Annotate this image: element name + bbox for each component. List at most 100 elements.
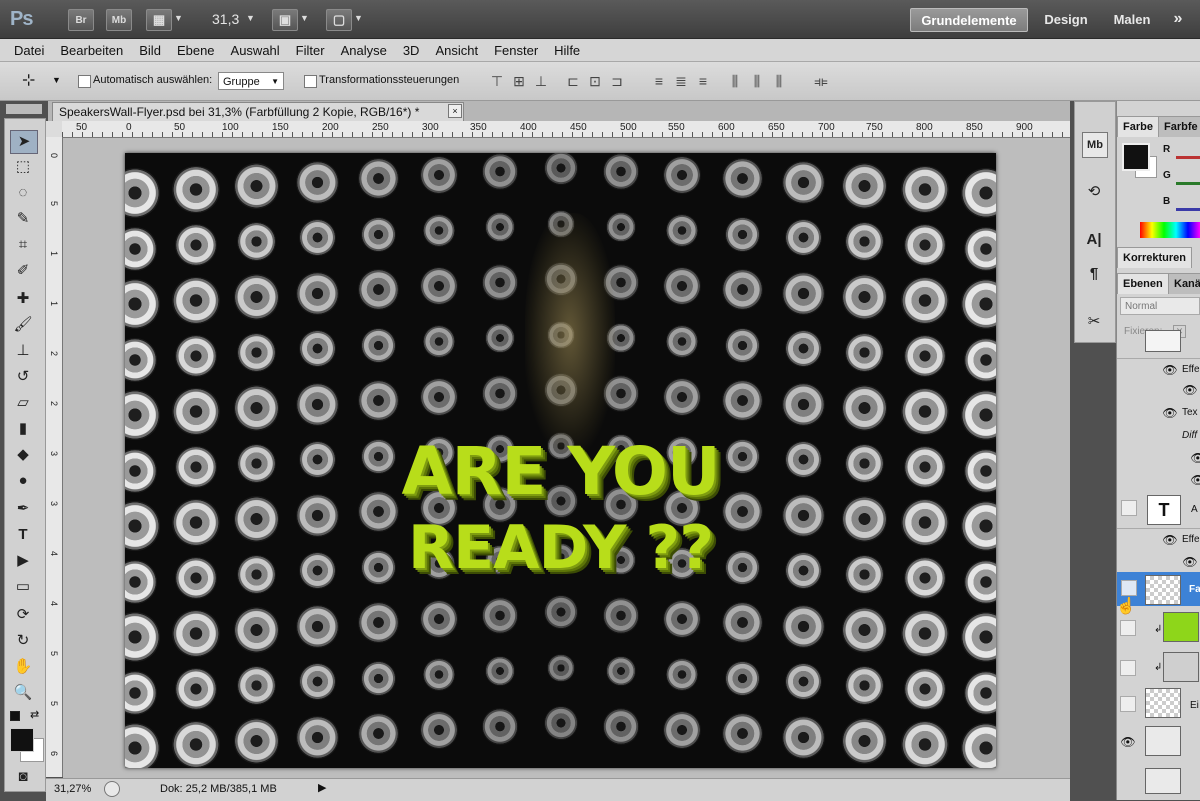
history-brush-icon[interactable]: ↺ bbox=[10, 366, 36, 388]
document-tab[interactable]: SpeakersWall-Flyer.psd bei 31,3% (Farbfü… bbox=[52, 102, 464, 121]
auto-select-checkbox[interactable] bbox=[78, 75, 91, 88]
auto-select-dropdown[interactable]: Gruppe ▼ bbox=[218, 72, 284, 90]
distribute-bottom-icon[interactable]: ≡ bbox=[694, 72, 712, 90]
menu-3d[interactable]: 3D bbox=[395, 43, 428, 58]
align-vcenter-icon[interactable]: ⊞ bbox=[510, 72, 528, 90]
stamp-icon[interactable]: ⊥ bbox=[10, 340, 36, 362]
gradient-icon[interactable]: ▮ bbox=[10, 418, 36, 440]
visibility-toggle[interactable] bbox=[1120, 660, 1136, 676]
chevron-down-icon[interactable]: ▼ bbox=[246, 13, 255, 23]
distribute-hcenter-icon[interactable]: ⫼ bbox=[748, 72, 766, 90]
tab-korrekturen[interactable]: Korrekturen bbox=[1117, 247, 1192, 268]
hand-icon[interactable]: ✋ bbox=[10, 656, 36, 678]
blend-mode-select[interactable]: Normal bbox=[1120, 297, 1200, 315]
mini-bridge-button[interactable]: Mb bbox=[106, 9, 132, 31]
menu-ebene[interactable]: Ebene bbox=[169, 43, 223, 58]
eye-icon[interactable]: 👁 bbox=[1162, 532, 1178, 548]
crop-icon[interactable]: ⌗ bbox=[10, 234, 36, 256]
default-colors-icon[interactable] bbox=[10, 711, 20, 721]
distribute-right-icon[interactable]: ⫼ bbox=[770, 72, 788, 90]
visibility-toggle[interactable] bbox=[1121, 580, 1137, 596]
status-info-icon[interactable] bbox=[104, 781, 120, 797]
eyedropper-icon[interactable]: ✐ bbox=[10, 260, 36, 282]
blur-icon[interactable]: ◆ bbox=[10, 444, 36, 466]
eye-icon[interactable]: 👁 bbox=[1182, 554, 1198, 570]
menu-auswahl[interactable]: Auswahl bbox=[223, 43, 288, 58]
align-hcenter-icon[interactable]: ⊡ bbox=[586, 72, 604, 90]
tab-farbe[interactable]: Farbe bbox=[1117, 116, 1159, 137]
marquee-icon[interactable]: ⬚ bbox=[10, 156, 36, 178]
auto-align-icon[interactable]: ⟚ bbox=[812, 72, 830, 90]
history-panel-icon[interactable]: ⟲ bbox=[1082, 180, 1106, 204]
view-extras-icon[interactable]: ▦ bbox=[146, 9, 172, 31]
workspace-malen-button[interactable]: Malen bbox=[1106, 8, 1158, 30]
align-top-icon[interactable]: ⊤ bbox=[488, 72, 506, 90]
eye-icon[interactable]: 👁 bbox=[1182, 382, 1198, 398]
visibility-toggle[interactable] bbox=[1121, 500, 1137, 516]
status-zoom-field[interactable]: 31,27% bbox=[54, 783, 91, 795]
foreground-color-well[interactable] bbox=[1122, 143, 1150, 171]
move-tool-preset-icon[interactable]: ⊹ bbox=[22, 70, 35, 90]
transform-controls-checkbox[interactable] bbox=[304, 75, 317, 88]
bridge-button[interactable]: Br bbox=[68, 9, 94, 31]
eraser-icon[interactable]: ▱ bbox=[10, 392, 36, 414]
chevron-down-icon[interactable]: ▼ bbox=[300, 13, 309, 23]
layer-thumbnail[interactable] bbox=[1145, 768, 1181, 794]
green-slider[interactable] bbox=[1176, 182, 1200, 185]
menu-hilfe[interactable]: Hilfe bbox=[546, 43, 588, 58]
chevron-down-icon[interactable]: ▼ bbox=[354, 13, 363, 23]
dodge-icon[interactable]: ● bbox=[10, 470, 36, 492]
workspace-design-button[interactable]: Design bbox=[1036, 8, 1096, 30]
path-select-icon[interactable]: ▶ bbox=[10, 550, 36, 572]
arrange-documents-icon[interactable]: ▣ bbox=[272, 9, 298, 31]
foreground-color-swatch[interactable] bbox=[10, 728, 34, 752]
eye-icon[interactable]: 👁 bbox=[1162, 405, 1178, 421]
tab-kanaele[interactable]: Kanä bbox=[1168, 273, 1200, 294]
paragraph-panel-icon[interactable]: ¶ bbox=[1082, 262, 1106, 286]
eye-icon[interactable]: 👁 bbox=[1190, 472, 1200, 488]
tab-ebenen[interactable]: Ebenen bbox=[1117, 273, 1169, 294]
lasso-icon[interactable]: ◌ bbox=[10, 182, 36, 204]
healing-icon[interactable]: ✚ bbox=[10, 288, 36, 310]
color-spectrum-bar[interactable] bbox=[1140, 222, 1200, 238]
eye-icon[interactable]: 👁 bbox=[1120, 734, 1136, 750]
quick-select-icon[interactable]: ✎ bbox=[10, 208, 36, 230]
visibility-toggle[interactable] bbox=[1120, 620, 1136, 636]
brush-icon[interactable]: 🖌 bbox=[10, 314, 36, 336]
layer-row[interactable] bbox=[1117, 330, 1200, 359]
visibility-toggle[interactable] bbox=[1120, 696, 1136, 712]
red-slider[interactable] bbox=[1176, 156, 1200, 159]
zoom-icon[interactable]: 🔍 bbox=[10, 682, 36, 704]
workspace-grundelemente-button[interactable]: Grundelemente bbox=[910, 8, 1028, 32]
chevron-down-icon[interactable]: ▼ bbox=[174, 13, 183, 23]
layer-row-type[interactable]: T A bbox=[1117, 492, 1200, 529]
horizontal-ruler[interactable]: 50 0 50 100 150 200 250 300 350 400 450 … bbox=[62, 121, 1070, 138]
pen-icon[interactable]: ✒ bbox=[10, 498, 36, 520]
type-icon[interactable]: T bbox=[10, 524, 36, 546]
align-right-icon[interactable]: ⊐ bbox=[608, 72, 626, 90]
quick-mask-icon[interactable]: ◙ bbox=[10, 766, 36, 788]
menu-ansicht[interactable]: Ansicht bbox=[427, 43, 486, 58]
mini-bridge-panel-icon[interactable]: Mb bbox=[1082, 132, 1108, 158]
menu-fenster[interactable]: Fenster bbox=[486, 43, 546, 58]
blue-slider[interactable] bbox=[1176, 208, 1200, 211]
tool-presets-icon[interactable]: ✂ bbox=[1082, 310, 1106, 334]
tab-farbfelder[interactable]: Farbfe bbox=[1158, 116, 1200, 137]
close-icon[interactable]: × bbox=[448, 104, 462, 118]
menu-datei[interactable]: Datei bbox=[6, 43, 52, 58]
menu-analyse[interactable]: Analyse bbox=[333, 43, 395, 58]
zoom-level-field[interactable]: 31,3 bbox=[212, 11, 239, 27]
menu-bild[interactable]: Bild bbox=[131, 43, 169, 58]
distribute-vcenter-icon[interactable]: ≣ bbox=[672, 72, 690, 90]
3d-orbit-icon[interactable]: ↻ bbox=[10, 630, 36, 652]
toolbox-header[interactable] bbox=[6, 104, 42, 114]
swap-colors-icon[interactable]: ⇄ bbox=[30, 708, 39, 721]
menu-filter[interactable]: Filter bbox=[288, 43, 333, 58]
eye-icon[interactable]: 👁 bbox=[1190, 450, 1200, 466]
more-workspaces-icon[interactable]: » bbox=[1166, 8, 1190, 30]
shape-icon[interactable]: ▭ bbox=[10, 576, 36, 598]
distribute-top-icon[interactable]: ≡ bbox=[650, 72, 668, 90]
move-tool-icon[interactable]: ➤ bbox=[10, 130, 38, 154]
ruler-origin[interactable] bbox=[46, 121, 62, 137]
layer-thumbnail[interactable] bbox=[1145, 726, 1181, 756]
